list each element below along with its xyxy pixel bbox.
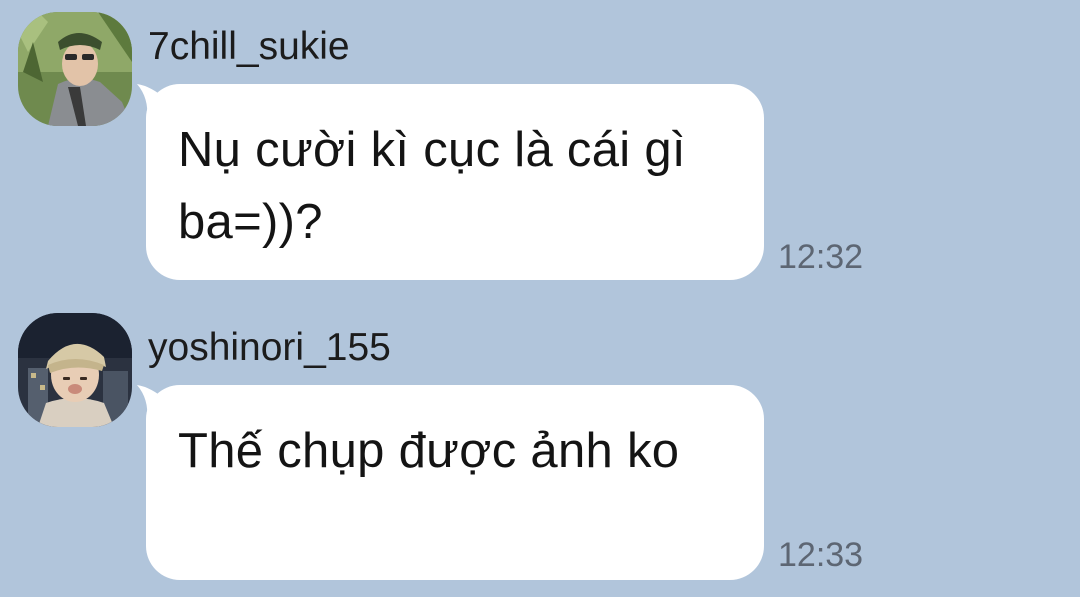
message-text: Thế chụp được ảnh ko [178, 424, 680, 478]
sender-name[interactable]: yoshinori_155 [148, 325, 391, 371]
chat-area[interactable]: 7chill_sukie Nụ cười kì cục là cái gì ba… [0, 0, 1080, 597]
message-row: 7chill_sukie Nụ cười kì cục là cái gì ba… [0, 0, 1080, 300]
message-timestamp: 12:32 [778, 238, 864, 276]
message-bubble[interactable]: Thế chụp được ảnh ko [137, 385, 764, 580]
user-avatar[interactable] [18, 12, 132, 126]
bubble-tail-icon [137, 385, 167, 419]
message-timestamp: 12:33 [778, 536, 864, 574]
avatar-photo-icon [18, 12, 132, 126]
avatar-photo-icon [18, 313, 132, 427]
sender-name[interactable]: 7chill_sukie [148, 24, 350, 70]
message-bubble[interactable]: Nụ cười kì cục là cái gì ba=))? [137, 84, 764, 280]
bubble-tail-icon [137, 84, 167, 118]
user-avatar[interactable] [18, 313, 132, 427]
message-row: yoshinori_155 Thế chụp được ảnh ko 12:33 [0, 300, 1080, 597]
message-text: Nụ cười kì cục là cái gì ba=))? [178, 123, 686, 249]
